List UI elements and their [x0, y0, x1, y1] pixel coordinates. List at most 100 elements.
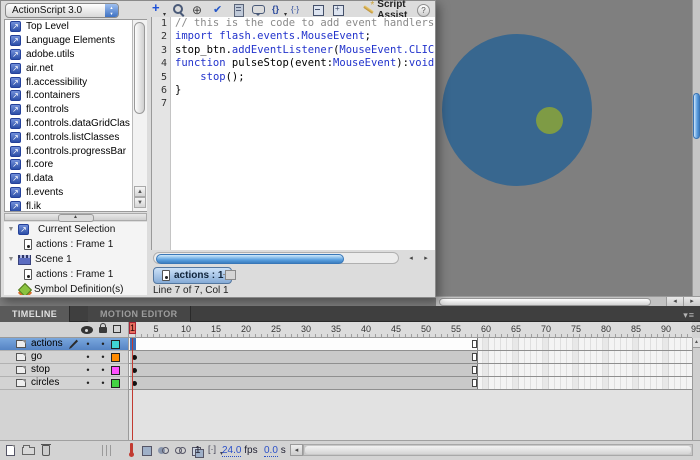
scroll-left-icon[interactable]: ◂ [404, 253, 418, 264]
actionscript-version-dropdown[interactable]: ActionScript 3.0 ▲▼ [5, 3, 119, 18]
layer-color-swatch[interactable] [111, 366, 120, 375]
layer-lock-dot[interactable]: • [99, 364, 107, 376]
frame-span[interactable] [130, 377, 478, 389]
scroll-right-icon[interactable]: ▸ [419, 253, 433, 264]
expand-all-icon[interactable] [331, 3, 346, 17]
dropdown-stepper-icon[interactable]: ▲▼ [105, 4, 118, 17]
lock-all-layers-icon[interactable] [99, 327, 107, 333]
onion-skin-outlines-icon[interactable] [174, 444, 187, 457]
scroll-up-icon[interactable]: ▲ [693, 338, 700, 348]
layer-visibility-dot[interactable]: • [84, 377, 92, 389]
scrollbar-thumb[interactable] [156, 254, 344, 264]
code-area[interactable]: // this is the code to add event handler… [175, 17, 435, 250]
stage-inner-circle[interactable] [536, 107, 563, 134]
timeline-ruler[interactable]: 15101520253035404550556065707580859095 [129, 322, 692, 338]
library-item[interactable]: ↗fl.containers [5, 89, 146, 103]
splitter-collapse-icon[interactable]: ▲ [58, 214, 94, 222]
timeline-horizontal-scrollbar[interactable] [303, 444, 693, 456]
playhead-frame-label[interactable]: 1 [129, 322, 136, 334]
layer-frames-stop[interactable] [129, 364, 692, 377]
frame-span[interactable] [130, 364, 478, 376]
layer-visibility-dot[interactable]: • [84, 351, 92, 363]
outline-all-layers-icon[interactable] [113, 325, 121, 333]
add-script-icon[interactable] [151, 3, 166, 17]
library-item[interactable]: ↗adobe.utils [5, 48, 146, 62]
layer-color-swatch[interactable] [111, 379, 120, 388]
library-scrollbar[interactable]: ▲ ▼ [132, 20, 147, 211]
stage-circle[interactable] [442, 34, 592, 186]
library-item[interactable]: ↗fl.events [5, 186, 146, 200]
layer-visibility-dot[interactable]: • [84, 338, 92, 350]
scroll-right-icon[interactable]: ▸ [683, 297, 700, 306]
collapse-selection-icon[interactable] [311, 3, 326, 17]
navigator-section[interactable]: Symbol Definition(s) [4, 282, 147, 295]
disclosure-triangle-icon[interactable]: ▼ [4, 226, 18, 233]
layer-lock-dot[interactable]: • [99, 338, 107, 350]
check-syntax-icon[interactable] [211, 3, 226, 17]
layer-row-go[interactable]: go•• [0, 351, 128, 364]
show-hide-all-layers-icon[interactable] [81, 326, 93, 334]
layer-visibility-dot[interactable]: • [84, 364, 92, 376]
scroll-left-icon[interactable]: ◂ [290, 444, 303, 456]
library-item[interactable]: ↗fl.accessibility [5, 75, 146, 89]
library-item[interactable]: ↗fl.ik [5, 199, 146, 212]
center-frame-icon[interactable] [140, 444, 153, 457]
find-icon[interactable] [171, 3, 186, 17]
auto-format-icon[interactable] [231, 3, 246, 17]
help-icon[interactable]: ? [417, 4, 430, 17]
library-item[interactable]: ↗fl.data [5, 172, 146, 186]
pin-script-icon[interactable] [225, 270, 236, 280]
layer-frames-actions[interactable] [129, 338, 692, 351]
elapsed-time-value[interactable]: 0.0 [264, 445, 278, 457]
disclosure-triangle-icon[interactable]: ▼ [4, 256, 18, 263]
navigator-item[interactable]: actions : Frame 1 [4, 267, 147, 282]
layer-row-circles[interactable]: circles•• [0, 377, 128, 390]
scrollbar-thumb[interactable] [693, 93, 700, 139]
pane-splitter[interactable]: ▲ [4, 213, 147, 221]
scroll-up-icon[interactable]: ▲ [134, 186, 146, 197]
modify-markers-icon[interactable] [208, 444, 221, 457]
playhead[interactable] [132, 338, 133, 440]
column-resize-grip[interactable] [102, 445, 113, 456]
library-item[interactable]: ↗fl.controls.progressBar [5, 144, 146, 158]
script-tab-actions[interactable]: actions : 1 [153, 267, 232, 284]
debug-options-icon[interactable] [271, 3, 286, 17]
layer-frames-go[interactable] [129, 351, 692, 364]
collapse-between-braces-icon[interactable] [291, 3, 306, 17]
navigator-section[interactable]: ▼↗Current Selection [4, 222, 147, 237]
playhead-marker-icon[interactable] [130, 443, 133, 455]
library-item[interactable]: ↗Top Level [5, 20, 146, 34]
selected-frame-cell[interactable] [130, 338, 136, 350]
library-item[interactable]: ↗fl.controls [5, 103, 146, 117]
library-item[interactable]: ↗fl.controls.dataGridClas [5, 117, 146, 131]
frame-span[interactable] [130, 351, 478, 363]
scrollbar-thumb[interactable] [305, 446, 691, 454]
layer-lock-dot[interactable]: • [99, 351, 107, 363]
new-folder-icon[interactable] [22, 447, 35, 455]
tab-motion-editor[interactable]: MOTION EDITOR [88, 306, 191, 322]
frames-area[interactable] [129, 338, 692, 390]
timeline-vertical-scrollbar[interactable]: ▲ [692, 338, 700, 440]
frame-span[interactable] [130, 338, 478, 350]
layer-lock-dot[interactable]: • [99, 377, 107, 389]
show-code-hint-icon[interactable] [251, 3, 266, 17]
tab-timeline[interactable]: TIMELINE [0, 306, 70, 322]
library-item[interactable]: ↗air.net [5, 61, 146, 75]
library-item[interactable]: ↗fl.controls.listClasses [5, 130, 146, 144]
scrollbar-track[interactable] [153, 252, 399, 264]
scrollbar-thumb[interactable] [439, 298, 651, 306]
elapsed-time[interactable]: 0.0 s [264, 445, 286, 456]
frame-rate-value[interactable]: 24.0 [222, 445, 241, 457]
script-horizontal-scrollbar[interactable]: ◂ ▸ [152, 252, 435, 265]
layer-color-swatch[interactable] [111, 340, 120, 349]
scroll-left-icon[interactable]: ◂ [666, 297, 683, 306]
library-item[interactable]: ↗Language Elements [5, 34, 146, 48]
frame-rate[interactable]: 24.0 fps [222, 445, 258, 456]
panel-menu-icon[interactable]: ▾≡ [683, 310, 695, 321]
onion-skin-icon[interactable] [157, 444, 170, 457]
layer-frames-circles[interactable] [129, 377, 692, 390]
script-editor[interactable]: 1234567 // this is the code to add event… [151, 17, 435, 250]
scroll-down-icon[interactable]: ▼ [134, 197, 146, 208]
navigator-item[interactable]: actions : Frame 1 [4, 237, 147, 252]
layer-row-stop[interactable]: stop•• [0, 364, 128, 377]
